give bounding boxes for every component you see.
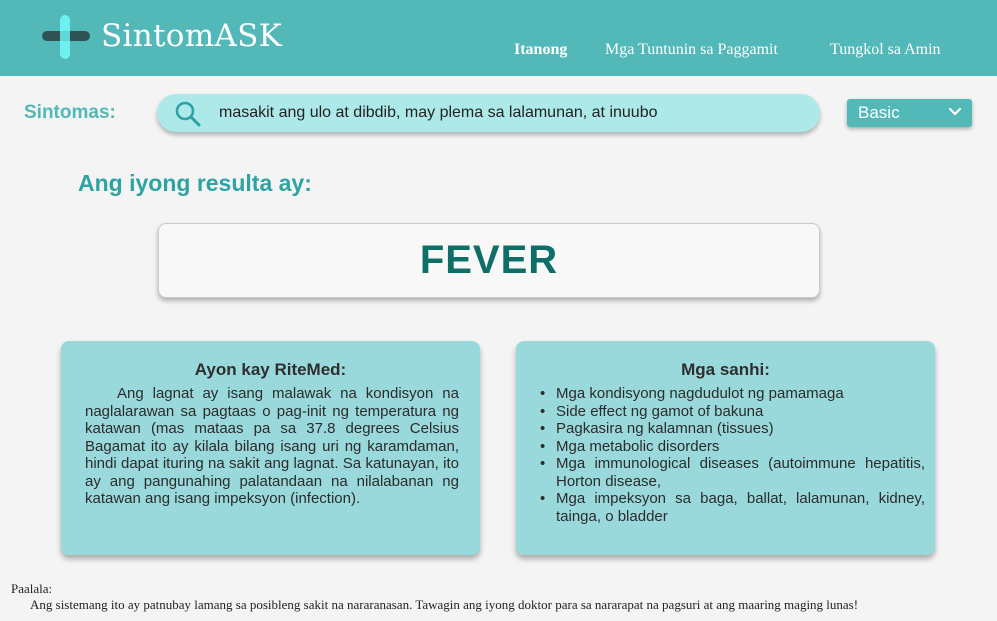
symptoms-search-input[interactable] <box>219 94 809 132</box>
cause-item: Mga impeksyon sa baga, ballat, lalamunan… <box>540 490 925 525</box>
result-value: FEVER <box>419 238 559 282</box>
search-bar[interactable] <box>157 94 820 132</box>
search-icon[interactable] <box>174 100 202 128</box>
result-box: FEVER <box>158 223 820 298</box>
mode-selected-value: Basic <box>858 103 900 122</box>
causes-card: Mga sanhi: Mga kondisyong nagdudulot ng … <box>516 341 935 555</box>
cause-item: Side effect ng gamot of bakuna <box>540 403 925 421</box>
cause-item: Mga kondisyong nagdudulot ng pamamaga <box>540 385 925 403</box>
ritemed-description: Ang lagnat ay isang malawak na kondisyon… <box>85 385 459 507</box>
disclaimer-text: Ang sistemang ito ay patnubay lamang sa … <box>30 597 859 612</box>
disclaimer-label: Paalala: <box>11 581 53 596</box>
cause-item: Mga immunological diseases (autoimmune h… <box>540 455 925 490</box>
ritemed-title: Ayon kay RiteMed: <box>194 360 347 379</box>
cause-item: Pagkasira ng kalamnan (tissues) <box>540 420 925 438</box>
nav-about-us[interactable]: Tungkol sa Amin <box>830 41 941 59</box>
mode-select[interactable]: Basic <box>847 99 972 127</box>
nav-terms-of-use[interactable]: Mga Tuntunin sa Paggamit <box>605 41 778 59</box>
chevron-down-icon <box>948 107 962 116</box>
symptoms-label: Sintomas: <box>24 102 116 123</box>
plus-cross-logo-icon <box>42 15 90 59</box>
cause-item: Mga metabolic disorders <box>540 438 925 456</box>
causes-list: Mga kondisyong nagdudulot ng pamamaga Si… <box>540 385 925 525</box>
causes-title: Mga sanhi: <box>681 360 770 379</box>
header-bar: SintomASK Itanong Mga Tuntunin sa Paggam… <box>0 0 997 76</box>
result-heading: Ang iyong resulta ay: <box>78 170 312 196</box>
app-title[interactable]: SintomASK <box>101 18 282 54</box>
ritemed-card: Ayon kay RiteMed: Ang lagnat ay isang ma… <box>61 341 480 555</box>
nav-itanong[interactable]: Itanong <box>514 41 567 59</box>
